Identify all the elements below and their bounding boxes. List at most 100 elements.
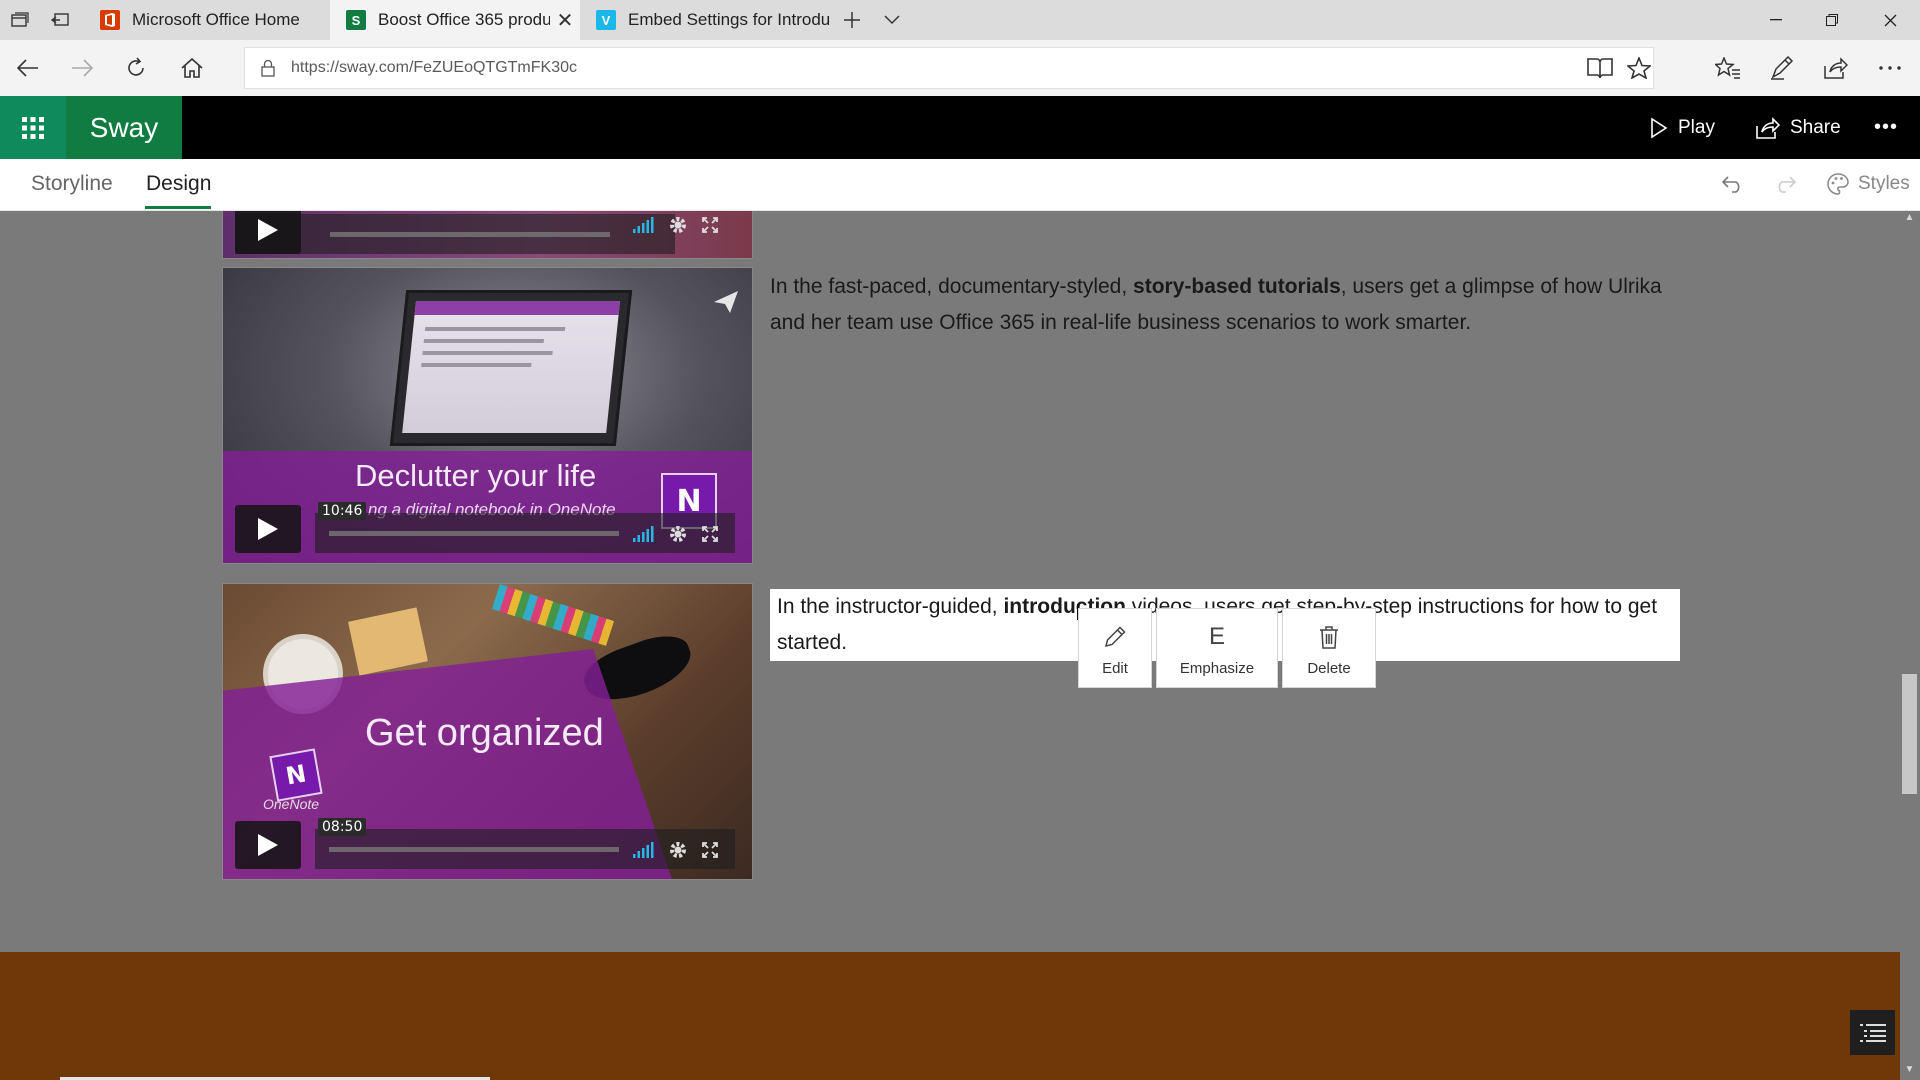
active-tab-indicator xyxy=(145,206,211,209)
redo-icon[interactable] xyxy=(1774,167,1796,201)
play-video-button[interactable] xyxy=(235,821,301,869)
set-aside-tabs-icon[interactable] xyxy=(40,0,80,40)
delete-button[interactable]: Delete xyxy=(1282,608,1376,688)
share-button[interactable]: Share xyxy=(1756,96,1841,159)
tab-office-home[interactable]: Microsoft Office Home xyxy=(84,0,330,40)
reading-view-icon[interactable] xyxy=(1587,57,1613,84)
tab-list-chevron-icon[interactable] xyxy=(872,0,912,40)
tab-design[interactable]: Design xyxy=(146,159,211,209)
volume-icon[interactable] xyxy=(633,214,655,236)
sway-icon: S xyxy=(346,10,366,30)
home-icon[interactable] xyxy=(172,48,212,88)
logo-letter: N xyxy=(283,759,309,791)
play-video-button[interactable] xyxy=(235,211,301,254)
video-title: Declutter your life xyxy=(355,458,597,493)
text-part: In the instructor-guided, xyxy=(777,595,1004,618)
back-icon[interactable] xyxy=(8,48,48,88)
scroll-down-icon[interactable]: ▼ xyxy=(1902,1064,1917,1078)
play-icon xyxy=(258,834,278,856)
laptop-image xyxy=(389,290,633,446)
card-context-menu: Edit E Emphasize Delete xyxy=(1078,608,1376,688)
fullscreen-icon[interactable] xyxy=(699,523,721,545)
video-controls xyxy=(235,214,675,254)
fullscreen-icon[interactable] xyxy=(699,839,721,861)
close-tab-icon[interactable]: ✕ xyxy=(550,8,580,33)
tab-title: Boost Office 365 produ xyxy=(378,10,550,29)
play-icon xyxy=(258,219,278,241)
share-icon xyxy=(1756,116,1780,139)
text-block-story-tutorials[interactable]: In the fast-paced, documentary-styled, s… xyxy=(770,269,1670,341)
tab-sway[interactable]: S Boost Office 365 produ ✕ xyxy=(330,0,580,40)
volume-icon[interactable] xyxy=(633,839,655,861)
lock-icon xyxy=(261,59,275,82)
browser-more-icon[interactable] xyxy=(1870,48,1910,88)
play-label: Play xyxy=(1678,116,1715,138)
volume-icon[interactable] xyxy=(633,523,655,545)
delete-label: Delete xyxy=(1307,659,1351,677)
emphasize-button[interactable]: E Emphasize xyxy=(1156,608,1278,688)
tab-manager-icon[interactable] xyxy=(0,0,40,40)
video-duration: 08:50 xyxy=(318,818,367,836)
emphasize-icon: E xyxy=(1208,622,1225,650)
undo-icon[interactable] xyxy=(1722,167,1744,201)
styles-button[interactable]: Styles xyxy=(1826,167,1910,201)
video-progress[interactable] xyxy=(329,847,619,852)
vertical-scrollbar[interactable] xyxy=(1900,211,1920,1080)
edit-label: Edit xyxy=(1102,659,1128,677)
onenote-logo-icon: N xyxy=(269,748,323,802)
video-progress[interactable] xyxy=(329,531,619,536)
tab-storyline[interactable]: Storyline xyxy=(31,159,113,209)
next-section-band xyxy=(0,952,1900,1080)
pen-notes-icon[interactable] xyxy=(1762,48,1802,88)
play-video-button[interactable] xyxy=(235,505,301,553)
sway-app-bar: Sway Play Share ••• xyxy=(0,96,1920,159)
video-progress[interactable] xyxy=(330,232,610,237)
video-card-partial[interactable] xyxy=(222,211,753,259)
scroll-up-icon[interactable]: ▲ xyxy=(1902,212,1917,226)
browser-tab-strip: Microsoft Office Home S Boost Office 365… xyxy=(0,0,1920,40)
mode-tabs-bar: Storyline Design Styles xyxy=(0,159,1920,211)
fullscreen-icon[interactable] xyxy=(699,214,721,236)
minimize-icon[interactable] xyxy=(1748,0,1804,40)
vimeo-icon: V xyxy=(596,10,616,30)
tab-title: Embed Settings for Introdu xyxy=(628,10,830,29)
new-tab-icon[interactable] xyxy=(832,0,872,40)
video-card-declutter[interactable]: Declutter your life ng a digital noteboo… xyxy=(222,267,753,564)
office-icon xyxy=(100,10,120,30)
scrollbar-thumb[interactable] xyxy=(1902,674,1917,794)
sway-canvas: Declutter your life ng a digital noteboo… xyxy=(0,211,1900,952)
send-icon xyxy=(713,290,739,319)
palette-icon xyxy=(1827,173,1849,195)
more-options-button[interactable]: ••• xyxy=(1874,96,1898,159)
share-page-icon[interactable] xyxy=(1816,48,1856,88)
share-label: Share xyxy=(1790,116,1841,138)
refresh-icon[interactable] xyxy=(116,48,156,88)
app-launcher-icon[interactable] xyxy=(0,96,66,159)
navigation-list-icon[interactable] xyxy=(1850,1010,1895,1055)
settings-gear-icon[interactable] xyxy=(667,523,689,545)
video-title: Get organized xyxy=(365,712,604,754)
close-window-icon[interactable] xyxy=(1862,0,1918,40)
play-button[interactable]: Play xyxy=(1650,96,1715,159)
tab-title: Microsoft Office Home xyxy=(132,10,300,29)
restore-icon[interactable] xyxy=(1804,0,1860,40)
play-icon xyxy=(1651,117,1668,138)
emphasize-label: Emphasize xyxy=(1179,659,1255,677)
edit-button[interactable]: Edit xyxy=(1078,608,1152,688)
settings-gear-icon[interactable] xyxy=(667,839,689,861)
onenote-logo-text: OneNote xyxy=(263,796,320,812)
text-part: In the fast-paced, documentary-styled, xyxy=(770,275,1134,298)
video-card-get-organized[interactable]: Get organized N OneNote 08:50 xyxy=(222,583,753,880)
pencil-icon xyxy=(1103,620,1127,654)
sway-brand[interactable]: Sway xyxy=(66,96,182,159)
url-text: https://sway.com/FeZUEoQTGTmFK30c xyxy=(291,59,577,76)
address-bar[interactable]: https://sway.com/FeZUEoQTGTmFK30c xyxy=(244,47,1654,89)
styles-label: Styles xyxy=(1858,173,1910,194)
settings-gear-icon[interactable] xyxy=(667,214,689,236)
tab-embed-settings[interactable]: V Embed Settings for Introdu xyxy=(580,0,830,40)
video-duration: 10:46 xyxy=(318,502,367,520)
play-icon xyxy=(258,518,278,540)
favorite-star-icon[interactable] xyxy=(1625,55,1653,84)
favorites-hub-icon[interactable] xyxy=(1708,48,1748,88)
forward-icon[interactable] xyxy=(62,48,102,88)
